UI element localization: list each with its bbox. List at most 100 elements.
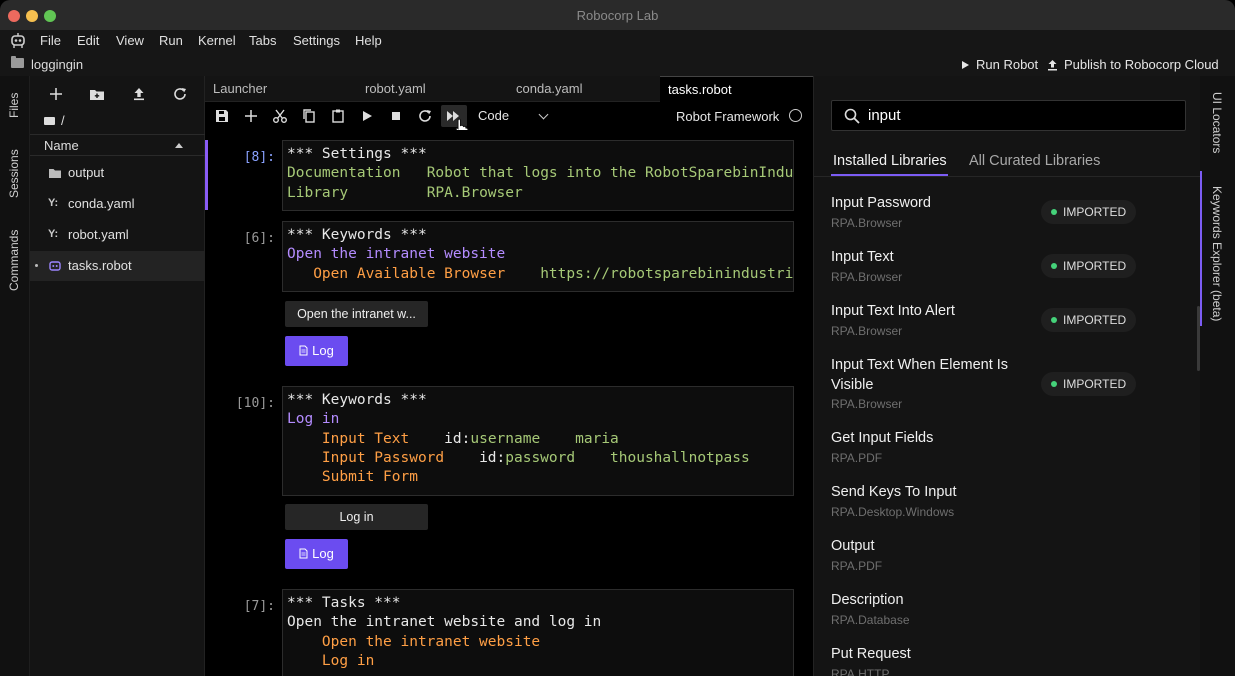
file-item-tasks-robot[interactable]: tasks.robot	[30, 251, 205, 281]
new-folder-icon[interactable]	[89, 86, 105, 102]
publish-button[interactable]: Publish to Robocorp Cloud	[1047, 57, 1219, 72]
keyword-name: Get Input Fields	[831, 430, 934, 446]
keyword-library: RPA.HTTP	[831, 666, 890, 676]
save-icon[interactable]	[214, 108, 230, 124]
keyword-library: RPA.PDF	[831, 558, 883, 573]
rail-tab-files[interactable]: Files	[7, 93, 21, 118]
keyword-name: Output	[831, 538, 875, 554]
keyword-item[interactable]: Input Text When Element Is Visible RPA.B…	[831, 356, 1171, 411]
keyword-item[interactable]: Description RPA.Database	[831, 591, 1171, 627]
cut-icon[interactable]	[272, 108, 288, 124]
code-token: username	[470, 430, 541, 447]
menu-view[interactable]: View	[116, 33, 144, 48]
menu-bar: File Edit View Run Kernel Tabs Settings …	[0, 30, 1235, 52]
file-item-output[interactable]: output	[30, 158, 205, 188]
keyword-item[interactable]: Output RPA.PDF	[831, 537, 1171, 573]
keyword-library: RPA.Browser	[831, 397, 903, 411]
rail-tab-keywords-explorer[interactable]: Keywords Explorer (beta)	[1210, 186, 1224, 321]
code-token: Robot that logs into the RobotSparebinIn…	[426, 165, 794, 182]
code-cell-keywords-login[interactable]: *** Keywords *** Log in Input Text id:us…	[282, 386, 794, 496]
project-folder-name[interactable]: loggingin	[31, 57, 83, 72]
keyword-item[interactable]: Get Input Fields RPA.PDF	[831, 429, 1171, 465]
stop-icon[interactable]	[388, 108, 404, 124]
cell-prompt: [8]:	[243, 150, 275, 165]
paste-icon[interactable]	[330, 108, 346, 124]
upload-files-icon[interactable]	[131, 86, 147, 102]
code-token: Input Password	[321, 449, 445, 466]
run-cell-icon[interactable]	[359, 108, 375, 124]
keyword-search-box[interactable]	[831, 100, 1186, 131]
divider	[814, 176, 1201, 177]
folder-icon	[44, 116, 55, 125]
menu-settings[interactable]: Settings	[293, 33, 340, 48]
robocorp-logo-icon	[11, 33, 25, 48]
run-all-button[interactable]	[441, 105, 469, 137]
file-name: robot.yaml	[68, 227, 129, 242]
document-icon	[299, 345, 308, 356]
file-item-robot-yaml[interactable]: Y: robot.yaml	[30, 220, 205, 250]
new-launcher-icon[interactable]	[48, 86, 64, 102]
keyword-name: Input Text When Element Is Visible	[831, 357, 1009, 393]
cell-prompt: [7]:	[243, 599, 275, 614]
keyword-item[interactable]: Put Request RPA.HTTP	[831, 645, 1171, 676]
keyword-search-input[interactable]	[868, 107, 1168, 124]
file-name: output	[68, 165, 105, 180]
code-cell-tasks[interactable]: *** Tasks *** Open the intranet website …	[282, 589, 794, 676]
code-cell-settings[interactable]: *** Settings *** Documentation Robot tha…	[282, 140, 794, 211]
menu-file[interactable]: File	[40, 33, 61, 48]
rail-tab-sessions[interactable]: Sessions	[7, 149, 21, 198]
keyword-library: RPA.PDF	[831, 450, 883, 465]
keyword-item[interactable]: Send Keys To Input RPA.Desktop.Windows	[831, 483, 1171, 519]
log-button[interactable]: Log	[285, 336, 348, 366]
tab-robot-yaml[interactable]: robot.yaml	[357, 76, 434, 102]
menu-edit[interactable]: Edit	[77, 33, 99, 48]
code-token: Log in	[287, 411, 340, 428]
file-browser: / Name output Y: conda.yaml Y: robot.yam…	[30, 76, 205, 676]
chevron-down-icon[interactable]	[538, 109, 549, 120]
cell-type-select[interactable]: Code	[478, 108, 509, 123]
code-token: Open the intranet website	[321, 633, 541, 650]
tab-tasks-robot[interactable]: tasks.robot	[660, 76, 813, 102]
code-token: id:	[479, 449, 506, 466]
file-item-conda-yaml[interactable]: Y: conda.yaml	[30, 189, 205, 219]
rail-tab-ui-locators[interactable]: UI Locators	[1210, 92, 1224, 153]
menu-kernel[interactable]: Kernel	[198, 33, 236, 48]
output-keyword-button[interactable]: Log in	[285, 504, 428, 530]
menu-tabs[interactable]: Tabs	[249, 33, 276, 48]
kernel-name[interactable]: Robot Framework	[676, 109, 779, 124]
code-token: Open Available Browser	[313, 265, 506, 282]
rail-tab-commands[interactable]: Commands	[7, 230, 21, 291]
restart-kernel-icon[interactable]	[417, 108, 433, 124]
folder-icon	[49, 169, 61, 178]
tab-installed-libraries[interactable]: Installed Libraries	[833, 153, 947, 169]
code-line: *** Settings ***	[287, 146, 427, 162]
code-token: Library	[287, 184, 349, 201]
notebook-area: [8]: *** Settings *** Documentation Robo…	[205, 130, 813, 676]
code-token: thoushallnotpass	[610, 449, 750, 466]
current-path[interactable]: /	[61, 113, 65, 128]
log-button[interactable]: Log	[285, 539, 348, 569]
keyword-item[interactable]: Input Text Into Alert RPA.Browser IMPORT…	[831, 302, 1171, 338]
run-robot-button[interactable]: Run Robot	[961, 57, 1038, 72]
add-cell-icon[interactable]	[243, 108, 259, 124]
copy-icon[interactable]	[301, 108, 317, 124]
code-token: RPA.Browser	[426, 184, 523, 201]
keyword-item[interactable]: Input Text RPA.Browser IMPORTED	[831, 248, 1171, 284]
tab-conda-yaml[interactable]: conda.yaml	[508, 76, 590, 102]
right-activity-rail: UI Locators Keywords Explorer (beta)	[1200, 76, 1235, 676]
imported-badge: IMPORTED	[1041, 200, 1136, 224]
menu-run[interactable]: Run	[159, 33, 183, 48]
tab-all-curated-libraries[interactable]: All Curated Libraries	[969, 153, 1100, 169]
keyword-item[interactable]: Input Password RPA.Browser IMPORTED	[831, 194, 1171, 230]
folder-icon	[11, 56, 24, 68]
output-keyword-button[interactable]: Open the intranet w...	[285, 301, 428, 327]
tab-launcher[interactable]: Launcher	[205, 76, 275, 102]
cell-prompt: [6]:	[243, 231, 275, 246]
menu-help[interactable]: Help	[355, 33, 382, 48]
breadcrumb: /	[44, 113, 65, 128]
file-list-header[interactable]: Name	[30, 134, 205, 156]
code-token: password	[505, 449, 576, 466]
refresh-icon[interactable]	[172, 86, 188, 102]
document-icon	[299, 548, 308, 559]
code-cell-keywords-open[interactable]: *** Keywords *** Open the intranet websi…	[282, 221, 794, 292]
